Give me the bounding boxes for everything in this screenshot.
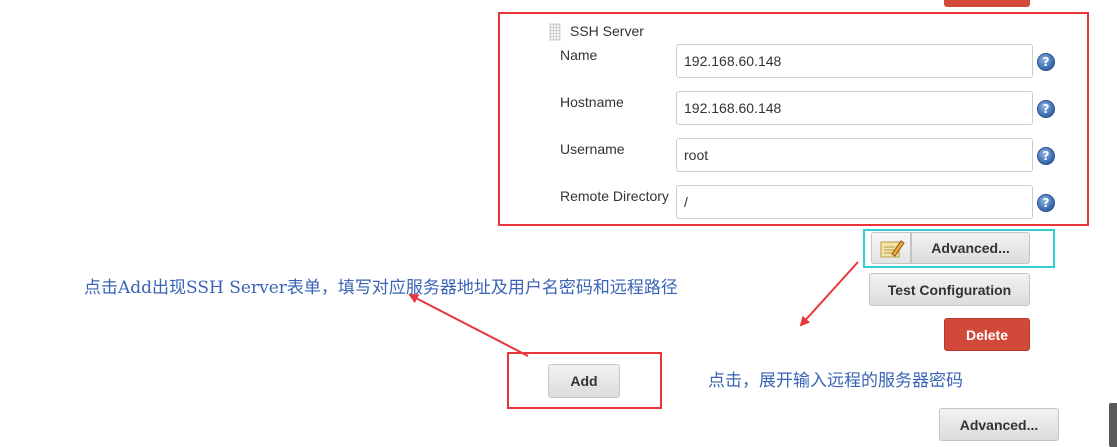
arrow-to-advanced [799, 261, 859, 327]
scrollbar-thumb[interactable] [1109, 403, 1117, 447]
arrow-to-left-note [408, 294, 529, 357]
annotation-arrows [408, 261, 859, 357]
